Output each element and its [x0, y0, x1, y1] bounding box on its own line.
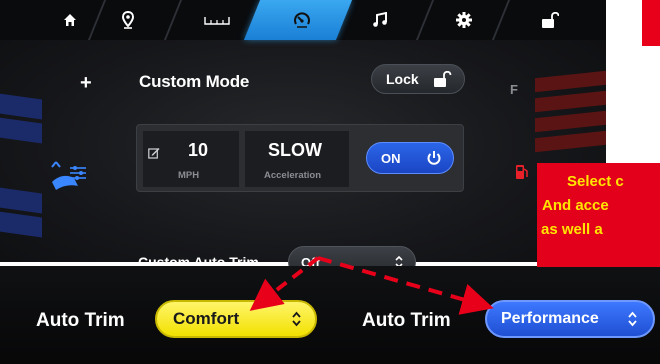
trim-gauge-icon — [204, 17, 230, 25]
speed-value: 10 — [188, 140, 209, 160]
callout-line: as well a — [541, 221, 603, 238]
tab-divider — [87, 0, 107, 40]
comfort-value: Comfort — [173, 309, 240, 328]
tab-home[interactable] — [50, 0, 90, 40]
location-pin-icon — [121, 11, 135, 29]
home-icon — [64, 14, 76, 26]
add-mode-button[interactable]: + — [80, 72, 92, 95]
fuel-pump-icon — [515, 164, 529, 185]
auto-trim-label-comfort: Auto Trim — [36, 310, 125, 331]
unlock-icon — [542, 12, 559, 28]
callout-line: Select c — [567, 173, 624, 190]
auto-trim-comfort-select[interactable]: Comfort — [155, 300, 317, 338]
performance-value: Performance — [501, 310, 599, 327]
fuel-gauge-bar — [535, 89, 606, 113]
auto-trim-performance-select[interactable]: Performance — [485, 300, 655, 338]
tab-divider — [415, 0, 435, 40]
tab-audio[interactable] — [360, 0, 400, 40]
gear-icon — [456, 12, 472, 28]
tab-cruise[interactable] — [282, 0, 322, 40]
lock-button-label: Lock — [386, 71, 419, 87]
auto-trim-label-performance: Auto Trim — [362, 310, 451, 331]
lock-button[interactable]: Lock — [371, 64, 465, 94]
top-tab-bar — [0, 0, 606, 40]
fuel-gauge-bar — [535, 109, 606, 133]
tab-trim[interactable] — [190, 0, 244, 40]
gauge-arc-segment — [0, 92, 42, 120]
fuel-gauge-bar — [535, 129, 606, 153]
callout-line: And acce — [542, 197, 609, 214]
fuel-gauge-bar — [535, 69, 606, 93]
acceleration-label: Acceleration — [264, 170, 322, 181]
cruise-power-toggle[interactable]: ON — [366, 142, 454, 174]
edit-icon[interactable] — [148, 146, 160, 164]
gauge-arc-segment — [0, 210, 42, 238]
tab-lock[interactable] — [530, 0, 570, 40]
speedometer-icon — [294, 12, 310, 28]
music-note-icon — [373, 12, 387, 27]
cruise-control-panel: F + Custom Mode Lock 10 MPH SLOW Acceler… — [0, 0, 606, 262]
trim-indicator-icon — [48, 158, 90, 199]
speed-unit: MPH — [178, 170, 200, 181]
callout-tab — [642, 0, 660, 46]
tab-divider — [491, 0, 511, 40]
select-arrows-icon — [628, 311, 637, 332]
mode-title: Custom Mode — [139, 72, 250, 91]
select-arrows-icon — [292, 311, 301, 332]
acceleration-value: SLOW — [268, 140, 322, 160]
toggle-label: ON — [381, 150, 401, 166]
info-callout: Select c And acce as well a — [537, 163, 660, 267]
tab-location[interactable] — [108, 0, 148, 40]
tab-settings[interactable] — [444, 0, 484, 40]
fuel-full-label: F — [510, 82, 518, 97]
tab-divider — [163, 0, 183, 40]
unlock-icon — [432, 70, 452, 90]
gauge-arc-segment — [0, 186, 42, 214]
power-icon — [425, 149, 443, 170]
gauge-arc-segment — [0, 116, 42, 144]
